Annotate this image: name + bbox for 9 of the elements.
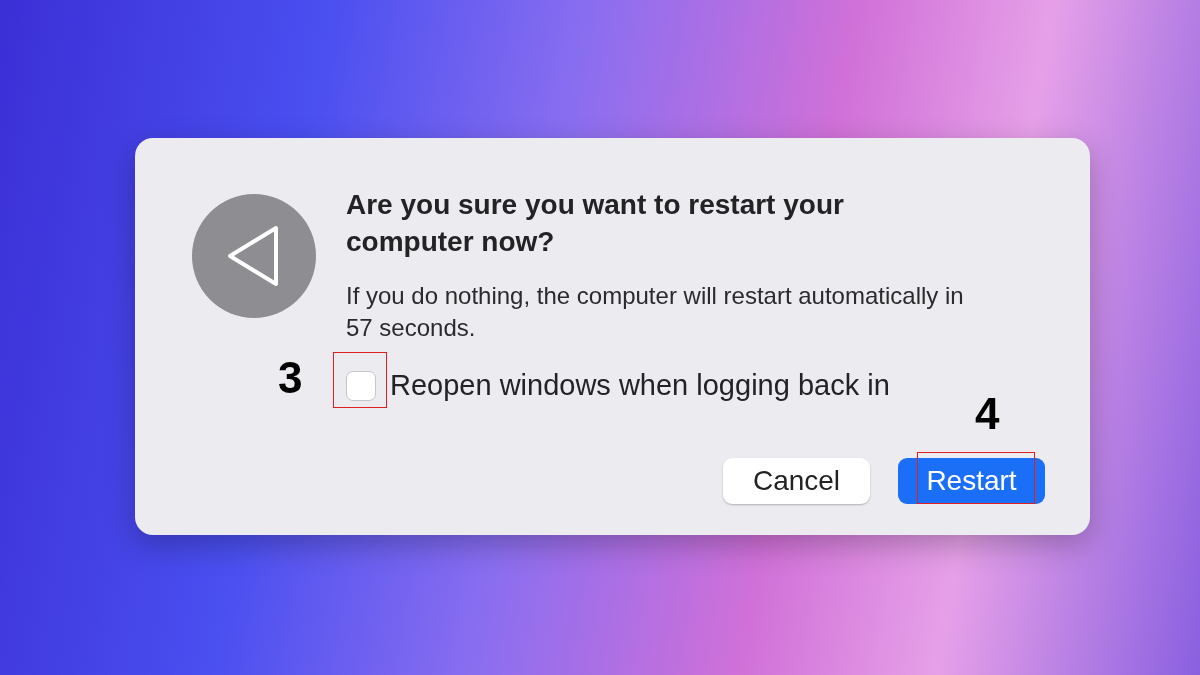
restart-button[interactable]: Restart [898, 457, 1045, 504]
annotation-number: 4 [975, 391, 1000, 436]
checkbox-label: Reopen windows when logging back in [390, 368, 890, 403]
checkbox[interactable] [346, 370, 376, 401]
highlight-box [333, 352, 387, 408]
cancel-button[interactable]: Cancel [723, 457, 870, 504]
dialog-message: If you do nothing, the computer will restart automatically in 57 seconds. [346, 281, 965, 343]
dialog-title: Are you sure you want to restart your computer now? [346, 188, 845, 259]
annotation-number: 3 [278, 356, 303, 400]
